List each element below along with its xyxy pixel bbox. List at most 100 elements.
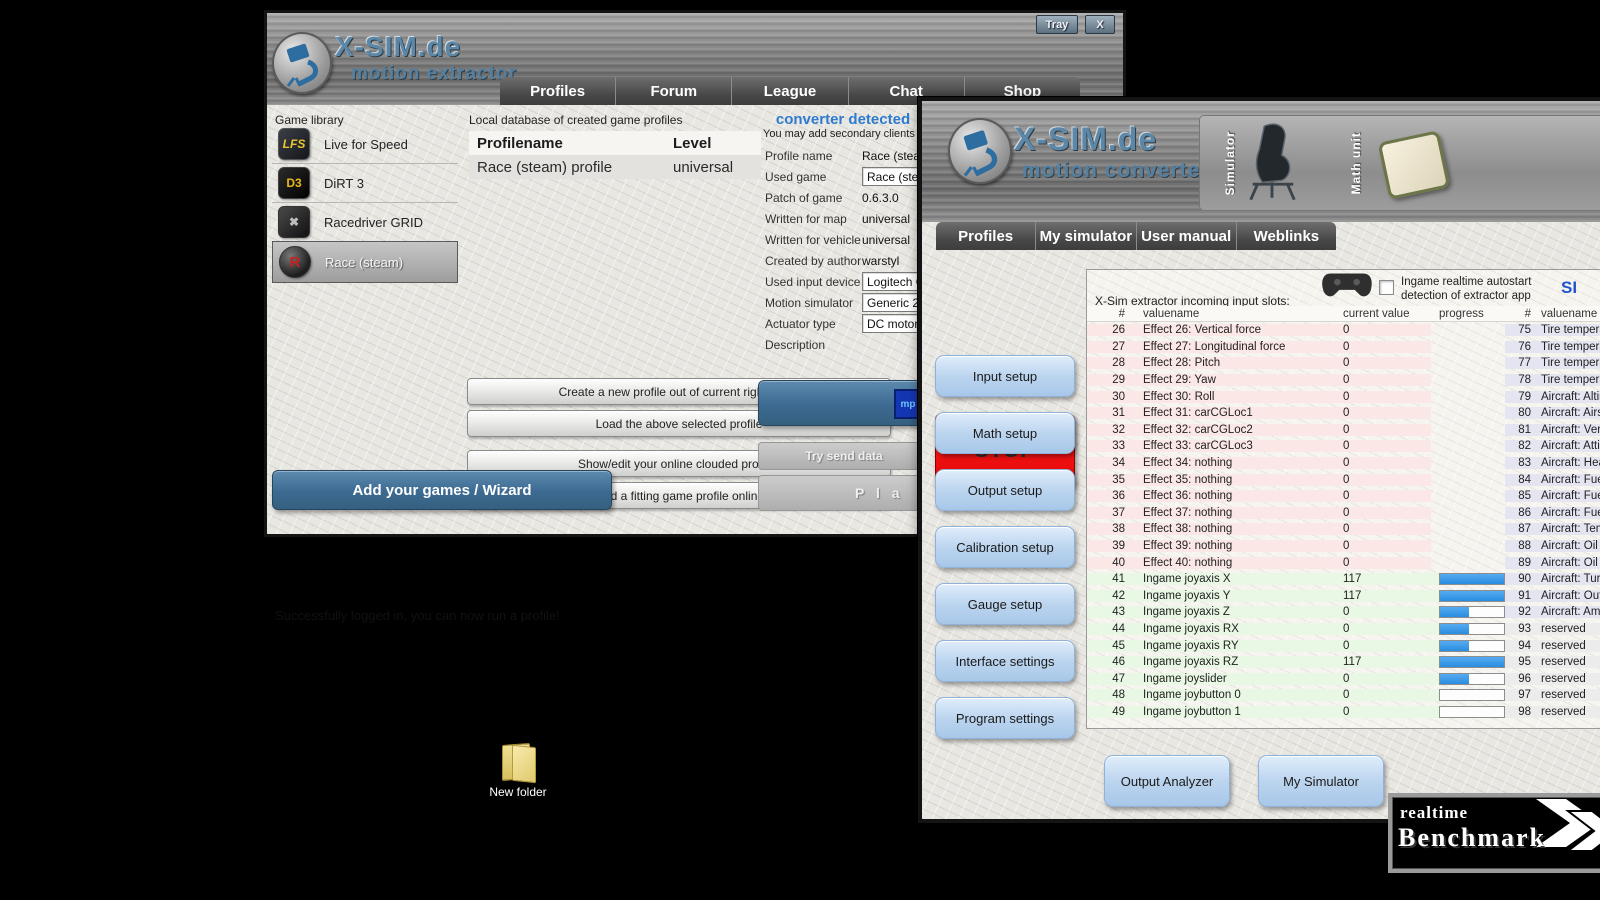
simulator-seat-icon <box>1243 119 1301 208</box>
game-item-racedriver-grid[interactable]: ✖Racedriver GRID <box>272 202 458 241</box>
slot-number: 42 <box>1087 590 1131 602</box>
slot-number-2: 78 <box>1505 374 1531 386</box>
close-button[interactable]: X <box>1085 15 1115 34</box>
slot-number: 39 <box>1087 540 1131 552</box>
slot-name: Effect 32: carCGLoc2 <box>1131 424 1331 436</box>
slot-name-2: Aircraft: Fuel i <box>1531 507 1600 519</box>
calibration-setup-button[interactable]: Calibration setup <box>935 526 1075 568</box>
tab-forum[interactable]: Forum <box>615 77 731 105</box>
field-label: Profile name <box>765 149 862 163</box>
slot-name: Effect 40: nothing <box>1131 557 1331 569</box>
progress-bar-fill <box>1440 624 1469 634</box>
slot-row: 27Effect 27: Longitudinal force076Tire t… <box>1087 339 1600 356</box>
game-item-dirt-3[interactable]: D3DiRT 3 <box>272 163 458 202</box>
slot-name: Ingame joyaxis X <box>1131 573 1331 585</box>
slot-name-2: Aircraft: Oil ten <box>1531 540 1600 552</box>
slot-name: Ingame joyslider <box>1131 673 1331 685</box>
tab-league[interactable]: League <box>731 77 847 105</box>
slot-number-2: 87 <box>1505 523 1531 535</box>
tab-profiles[interactable]: Profiles <box>936 222 1035 250</box>
slot-value: 117 <box>1331 573 1431 585</box>
slot-name-2: Aircraft: Vertic <box>1531 424 1600 436</box>
col-profilename: Profilename <box>469 135 673 152</box>
progress-bar-fill <box>1440 674 1469 684</box>
extractor-header: X-SIM.de motion extractor Tray X Profile… <box>267 13 1123 105</box>
slot-row: 34Effect 34: nothing083Aircraft: Headi <box>1087 455 1600 472</box>
slot-row: 36Effect 36: nothing085Aircraft: Fuel i <box>1087 488 1600 505</box>
slot-number-2: 80 <box>1505 407 1531 419</box>
racedriver-grid-icon: ✖ <box>278 206 310 238</box>
my-simulator-button[interactable]: My Simulator <box>1258 755 1384 807</box>
converter-tabs: ProfilesMy simulatorUser manualWeblinks <box>936 222 1336 250</box>
converter-subtitle: motion converter <box>1022 159 1210 183</box>
input-slots-panel: X-Sim extractor incoming input slots: In… <box>1086 269 1600 729</box>
slot-name: Effect 30: Roll <box>1131 391 1331 403</box>
converter-window: X-SIM.de motion converter Simulator Math… <box>918 97 1600 823</box>
slot-number-2: 88 <box>1505 540 1531 552</box>
slot-number: 49 <box>1087 706 1131 718</box>
game-item-race-steam[interactable]: RRace (steam) <box>272 241 458 283</box>
slot-number-2: 77 <box>1505 357 1531 369</box>
game-item-label: Live for Speed <box>324 137 408 152</box>
tray-button[interactable]: Tray <box>1036 15 1078 34</box>
slot-table: #valuenamecurrent valueprogress#valuenam… <box>1087 306 1600 720</box>
tab-user-manual[interactable]: User manual <box>1136 222 1236 250</box>
slot-row: 33Effect 33: carCGLoc3082Aircraft: Attid… <box>1087 438 1600 455</box>
new-folder-icon[interactable]: New folder <box>478 742 558 799</box>
slot-name: Effect 36: nothing <box>1131 490 1331 502</box>
progress-bar-fill <box>1440 657 1504 667</box>
slot-table-header: #valuenamecurrent valueprogress#valuenam… <box>1087 306 1600 322</box>
progress-bar <box>1439 706 1505 718</box>
slot-name-2: Aircraft: Ampm <box>1531 606 1600 618</box>
slot-value: 0 <box>1331 407 1431 419</box>
slot-value: 0 <box>1331 507 1431 519</box>
slot-value: 117 <box>1331 590 1431 602</box>
field-label: Motion simulator <box>765 296 862 310</box>
slot-number: 32 <box>1087 424 1131 436</box>
send-data-button[interactable]: mp <box>758 380 930 426</box>
output-analyzer-button[interactable]: Output Analyzer <box>1104 755 1230 807</box>
tab-profiles[interactable]: Profiles <box>500 77 615 105</box>
field-label: Written for map <box>765 212 862 226</box>
game-item-label: Race (steam) <box>325 255 403 270</box>
output-setup-button[interactable]: Output setup <box>935 469 1075 511</box>
slot-name-2: Aircraft: Altime <box>1531 391 1600 403</box>
add-games-wizard-button[interactable]: Add your games / Wizard <box>272 470 612 510</box>
profile-row[interactable]: Race (steam) profile universal <box>469 155 761 179</box>
tab-weblinks[interactable]: Weblinks <box>1236 222 1336 250</box>
slot-name: Effect 31: carCGLoc1 <box>1131 407 1331 419</box>
slot-number: 47 <box>1087 673 1131 685</box>
field-value: universal <box>862 212 910 226</box>
slot-number: 40 <box>1087 557 1131 569</box>
slot-number-2: 84 <box>1505 474 1531 486</box>
game-item-live-for-speed[interactable]: LFSLive for Speed <box>272 125 458 163</box>
autostart-checkbox[interactable] <box>1379 280 1394 295</box>
interface-settings-button[interactable]: Interface settings <box>935 640 1075 682</box>
field-label: Actuator type <box>765 317 862 331</box>
input-setup-button[interactable]: Input setup <box>935 355 1075 397</box>
slot-name: Ingame joyaxis RZ <box>1131 656 1331 668</box>
slot-number: 27 <box>1087 341 1131 353</box>
field-written-for-map: Written for mapuniversal <box>765 208 923 229</box>
slot-name-2: Aircraft: Turn c <box>1531 573 1600 585</box>
tab-my-simulator[interactable]: My simulator <box>1035 222 1135 250</box>
slot-value: 0 <box>1331 557 1431 569</box>
slot-value: 0 <box>1331 706 1431 718</box>
play-button[interactable]: P l a <box>758 475 928 511</box>
slot-name: Effect 28: Pitch <box>1131 357 1331 369</box>
slot-number-2: 97 <box>1505 689 1531 701</box>
slot-name-2: Aircraft: Airspe <box>1531 407 1600 419</box>
slot-value: 0 <box>1331 623 1431 635</box>
progress-bar <box>1439 689 1505 701</box>
slot-progress <box>1431 706 1505 718</box>
slot-value: 0 <box>1331 341 1431 353</box>
gauge-setup-button[interactable]: Gauge setup <box>935 583 1075 625</box>
slot-name: Ingame joyaxis RX <box>1131 623 1331 635</box>
slot-name-2: Aircraft: Outsic <box>1531 590 1600 602</box>
field-profile-name: Profile nameRace (stea <box>765 145 923 166</box>
try-send-data-button[interactable]: Try send data <box>758 442 930 470</box>
slot-number-2: 81 <box>1505 424 1531 436</box>
slot-number-2: 92 <box>1505 606 1531 618</box>
program-settings-button[interactable]: Program settings <box>935 697 1075 739</box>
math-setup-button[interactable]: Math setup <box>935 412 1075 454</box>
